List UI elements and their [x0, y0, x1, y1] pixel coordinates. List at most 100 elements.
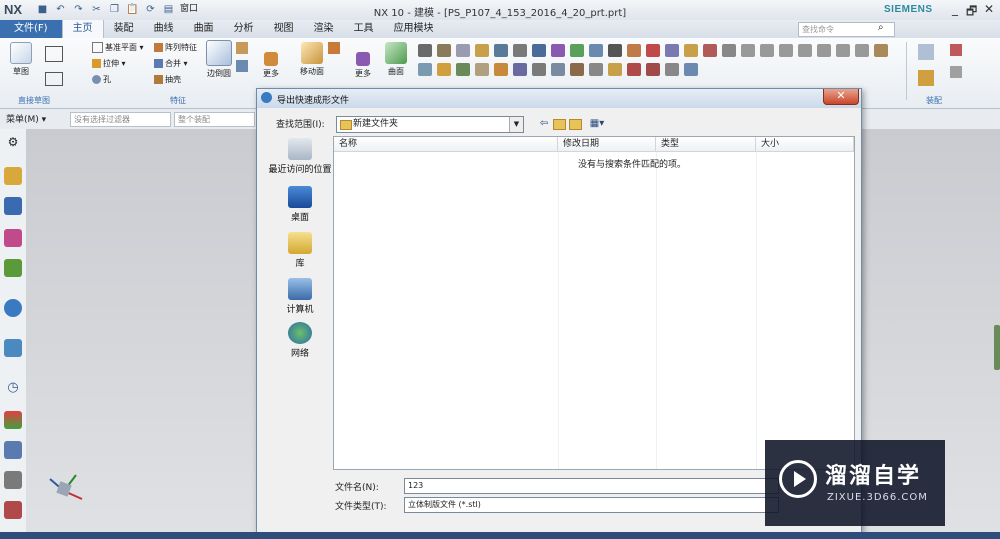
tool-icon[interactable]	[418, 63, 432, 76]
unite-button[interactable]: 合并 ▾	[154, 58, 188, 69]
tool-icon[interactable]	[418, 44, 432, 57]
tool-icon[interactable]	[475, 44, 489, 57]
shell-button[interactable]: 抽壳	[154, 74, 181, 85]
place-library[interactable]: 库	[267, 232, 333, 269]
move-component-icon[interactable]	[950, 66, 962, 78]
new-folder-button[interactable]	[569, 119, 582, 130]
history-icon[interactable]: ◷	[4, 379, 22, 397]
view-menu-button[interactable]: ▦▾	[587, 118, 607, 130]
tool-icon[interactable]	[817, 44, 831, 57]
column-name[interactable]: 名称	[334, 137, 558, 152]
tool-icon[interactable]	[551, 44, 565, 57]
menu-file[interactable]: 文件(F)	[0, 20, 62, 38]
tool-icon[interactable]	[570, 63, 584, 76]
tool-icon[interactable]	[437, 44, 451, 57]
resize-grip[interactable]	[994, 325, 1000, 370]
assembly-scope-combo[interactable]: 整个装配	[174, 112, 255, 127]
draft-icon[interactable]	[236, 60, 248, 72]
tool-icon[interactable]	[513, 44, 527, 57]
tool-icon[interactable]	[513, 63, 527, 76]
more-button-1[interactable]: 更多	[258, 52, 284, 79]
tab-curve[interactable]: 曲线	[144, 20, 184, 38]
pattern-feature-button[interactable]: 阵列特征	[154, 42, 197, 53]
tool-icon[interactable]	[608, 63, 622, 76]
tool-icon[interactable]	[722, 44, 736, 57]
system-scene-icon[interactable]	[4, 501, 22, 519]
tool-icon[interactable]	[684, 63, 698, 76]
tool-icon[interactable]	[646, 63, 660, 76]
hole-button[interactable]: 孔	[92, 74, 111, 85]
tool-icon[interactable]	[779, 44, 793, 57]
tool-icon[interactable]	[798, 44, 812, 57]
tool-icon[interactable]	[589, 63, 603, 76]
search-icon[interactable]: ⌕	[878, 22, 884, 33]
tool-icon[interactable]	[551, 63, 565, 76]
place-recent[interactable]: 最近访问的位置	[267, 138, 333, 175]
up-folder-button[interactable]	[553, 119, 566, 130]
tool-icon[interactable]	[836, 44, 850, 57]
tool-icon[interactable]	[665, 44, 679, 57]
tool-icon[interactable]	[855, 44, 869, 57]
close-button[interactable]: ✕	[984, 2, 994, 16]
assembly-navigator-icon[interactable]	[4, 167, 22, 185]
tool-icon[interactable]	[589, 44, 603, 57]
menu-button[interactable]: 菜单(M) ▾	[6, 112, 46, 125]
filename-input[interactable]: 123	[404, 478, 779, 494]
tool-icon[interactable]	[665, 63, 679, 76]
tool-icon[interactable]	[627, 44, 641, 57]
filetype-select[interactable]: 立体制版文件 (*.stl)	[404, 497, 779, 513]
roles-icon[interactable]	[4, 471, 22, 489]
more-button-2[interactable]: 更多	[350, 52, 376, 79]
settings-icon[interactable]: ⚙	[4, 133, 22, 151]
tool-icon[interactable]	[532, 63, 546, 76]
tab-surface[interactable]: 曲面	[184, 20, 224, 38]
tool-icon[interactable]	[646, 44, 660, 57]
tool-icon[interactable]	[494, 63, 508, 76]
add-component-icon[interactable]	[918, 70, 934, 86]
tool-icon[interactable]	[608, 44, 622, 57]
tool-icon[interactable]	[703, 44, 717, 57]
chamfer-icon[interactable]	[236, 42, 248, 54]
dialog-title-bar[interactable]: 导出快速成形文件 ✕	[257, 89, 861, 108]
tab-render[interactable]: 渲染	[304, 20, 344, 38]
reuse-library-icon[interactable]	[4, 259, 22, 277]
tool-icon[interactable]	[437, 63, 451, 76]
constraint-navigator-icon[interactable]	[4, 197, 22, 215]
dialog-close-button[interactable]: ✕	[823, 89, 859, 105]
tab-analysis[interactable]: 分析	[224, 20, 264, 38]
tab-assembly[interactable]: 装配	[104, 20, 144, 38]
rectangle-icon[interactable]	[45, 72, 63, 86]
assembly-icon[interactable]	[918, 44, 934, 60]
tool-icon[interactable]	[456, 63, 470, 76]
file-list[interactable]: 名称 修改日期 类型 大小 没有与搜索条件匹配的项。	[333, 136, 855, 470]
tool-icon[interactable]	[494, 44, 508, 57]
tool-icon[interactable]	[874, 44, 888, 57]
tool-icon[interactable]	[570, 44, 584, 57]
extrude-button[interactable]: 拉伸 ▾	[92, 58, 126, 69]
sketch-button[interactable]: 草图	[6, 42, 36, 77]
tab-home[interactable]: 主页	[61, 20, 104, 38]
process-studio-icon[interactable]	[4, 411, 22, 429]
tool-icon[interactable]	[456, 44, 470, 57]
tool-icon[interactable]	[684, 44, 698, 57]
part-navigator-icon[interactable]	[4, 229, 22, 247]
place-network[interactable]: 网络	[267, 322, 333, 359]
move-face-button[interactable]: 移动面	[294, 42, 330, 77]
tab-tools[interactable]: 工具	[344, 20, 384, 38]
constraint-icon[interactable]	[950, 44, 962, 56]
tool-icon[interactable]	[532, 44, 546, 57]
manufacturing-wizard-icon[interactable]	[4, 441, 22, 459]
tool-icon[interactable]	[627, 63, 641, 76]
place-computer[interactable]: 计算机	[267, 278, 333, 315]
tool-icon[interactable]	[760, 44, 774, 57]
web-browser-icon[interactable]	[4, 339, 22, 357]
curve-icon[interactable]	[45, 46, 63, 62]
place-desktop[interactable]: 桌面	[267, 186, 333, 223]
offset-region-icon[interactable]	[328, 42, 340, 54]
surface-button[interactable]: 曲面	[382, 42, 410, 77]
tool-icon[interactable]	[475, 63, 489, 76]
column-date-modified[interactable]: 修改日期	[558, 137, 656, 152]
tool-icon[interactable]	[741, 44, 755, 57]
back-button[interactable]: ⇦	[537, 118, 551, 130]
tab-view[interactable]: 视图	[264, 20, 304, 38]
